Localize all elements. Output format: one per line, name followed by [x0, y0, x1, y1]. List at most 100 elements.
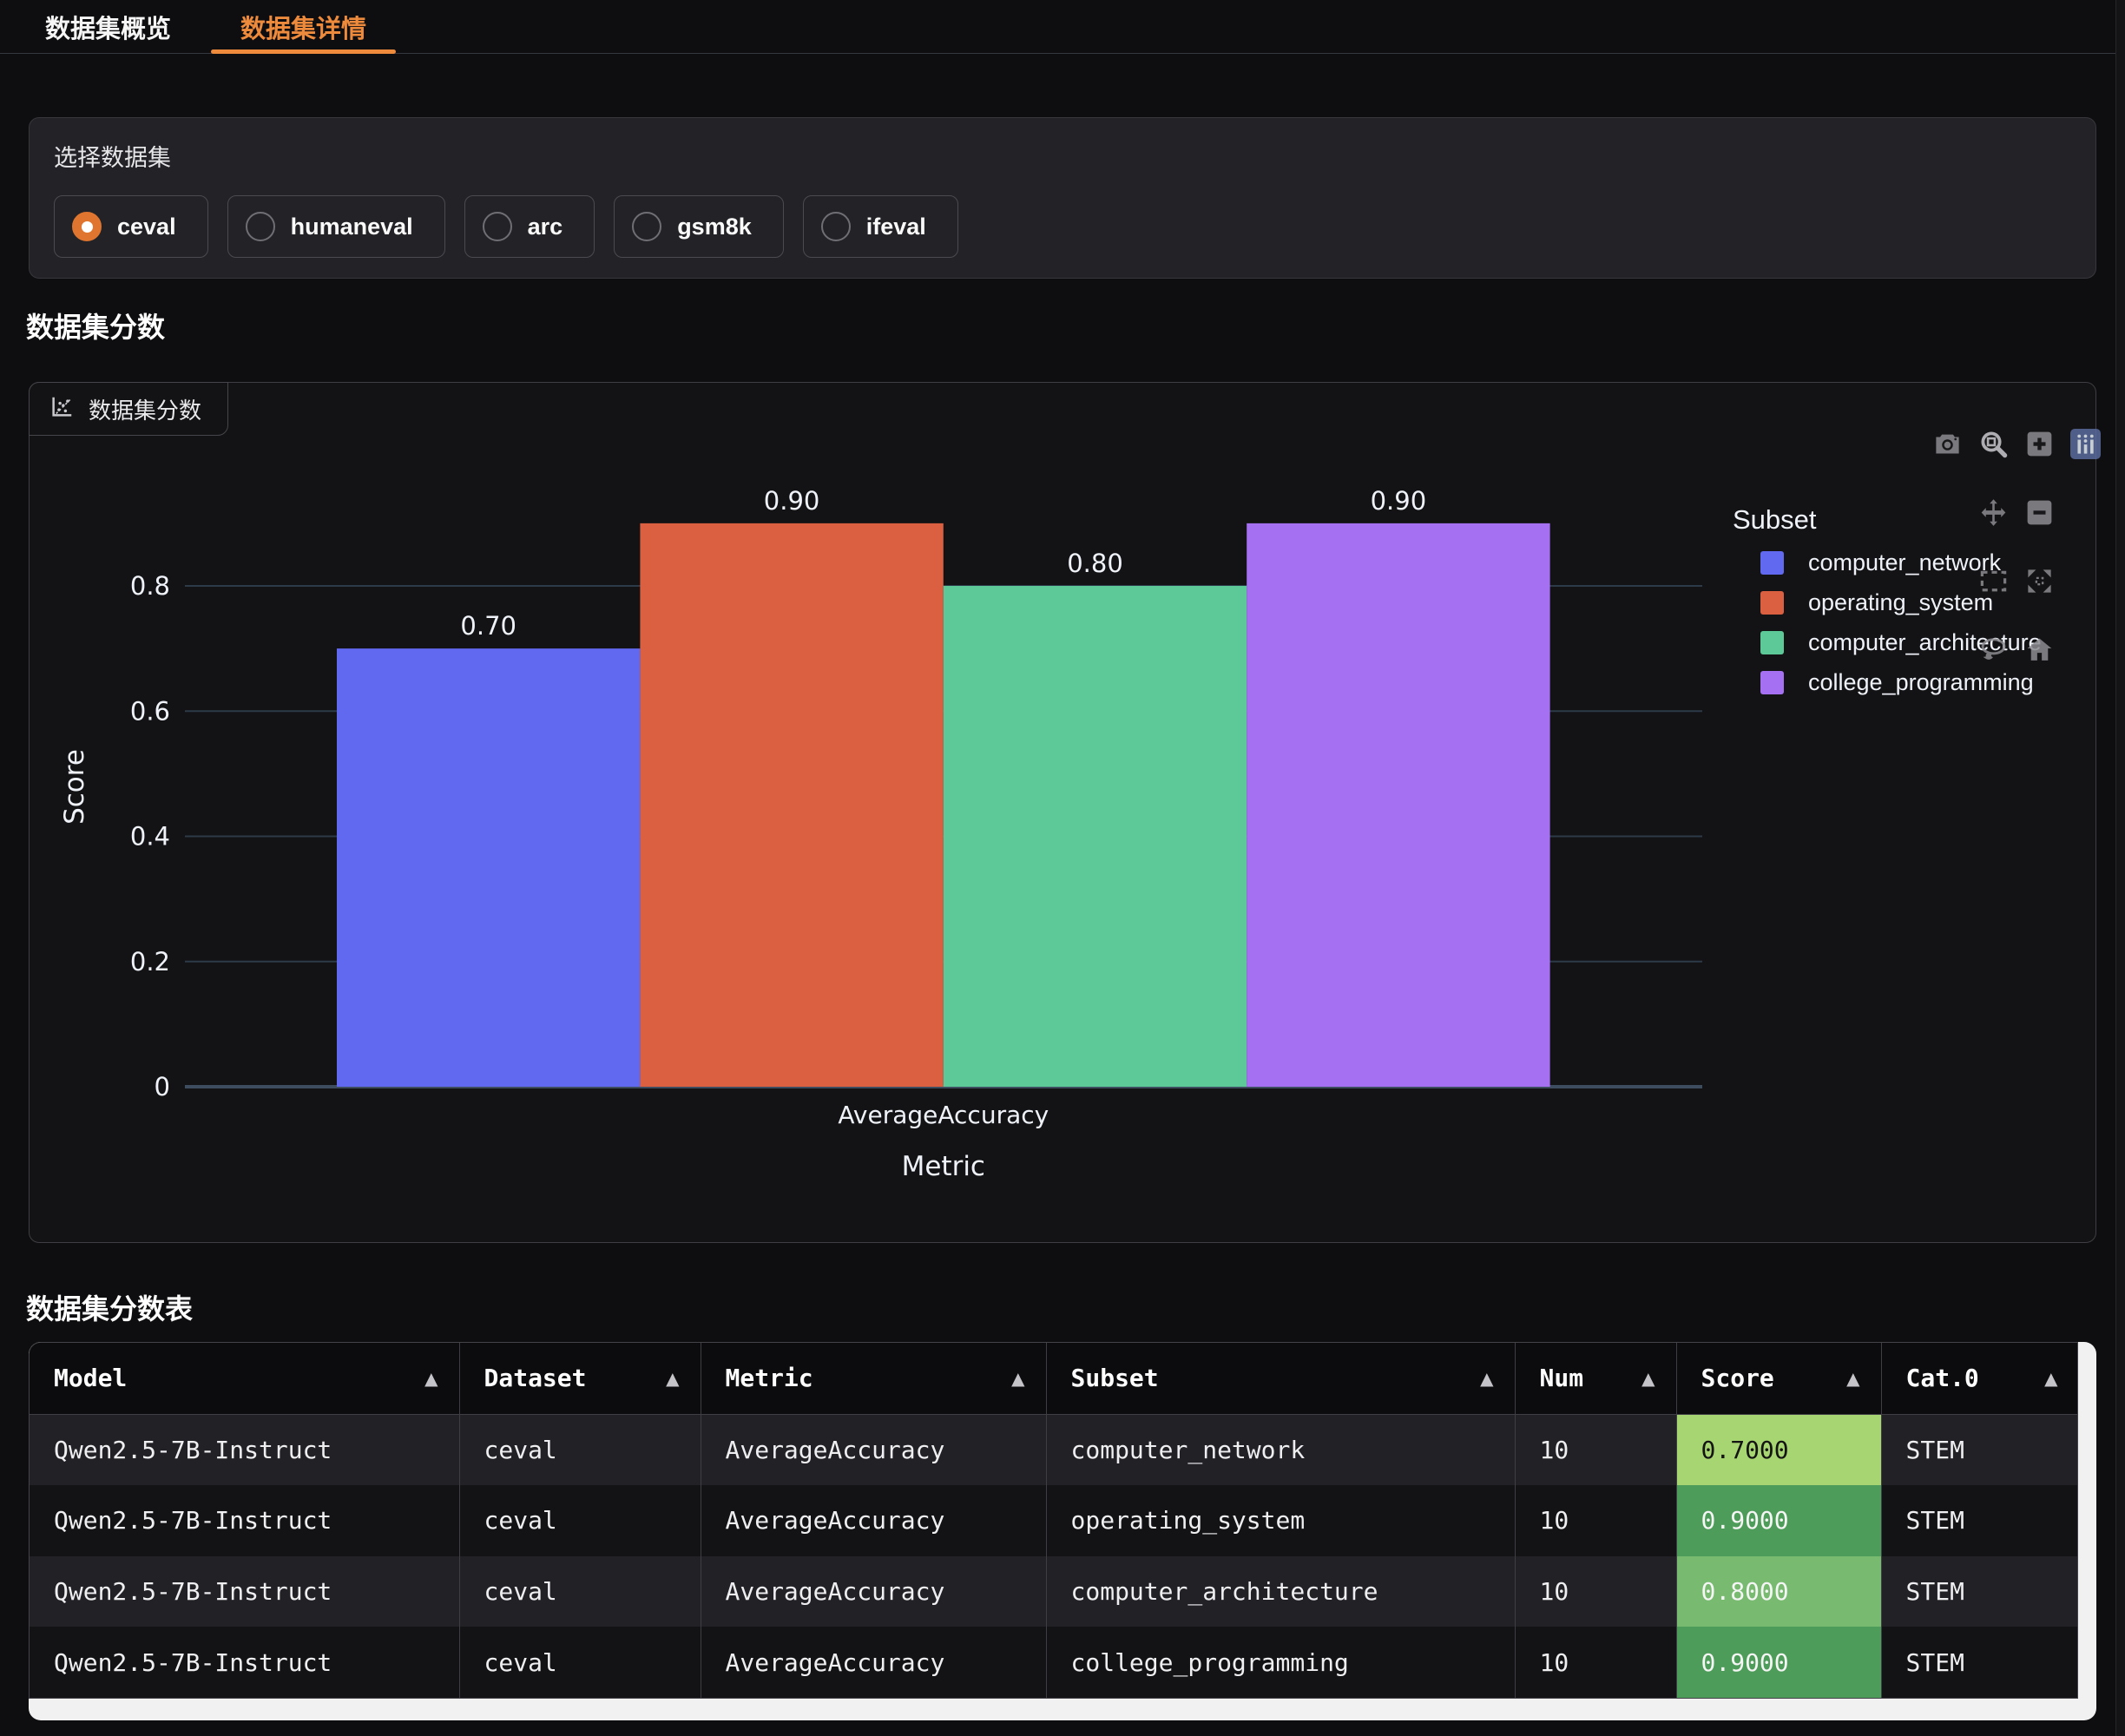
lasso-icon[interactable]: [1978, 635, 2009, 665]
radio-option-label: gsm8k: [677, 214, 752, 240]
radio-option-gsm8k[interactable]: gsm8k: [614, 195, 784, 258]
legend-swatch: [1760, 671, 1784, 694]
modebar-group: [2024, 429, 2055, 665]
column-header-label: Num: [1540, 1364, 1584, 1392]
radio-option-humaneval[interactable]: humaneval: [227, 195, 445, 258]
cell-score: 0.7000: [1676, 1414, 1881, 1485]
bar-computer_architecture[interactable]: [944, 586, 1247, 1087]
radio-option-ceval[interactable]: ceval: [54, 195, 208, 258]
table-row: Qwen2.5-7B-InstructcevalAverageAccuracyc…: [30, 1627, 2078, 1698]
page-scrollbar[interactable]: [2115, 0, 2125, 1736]
cell-model: Qwen2.5-7B-Instruct: [30, 1556, 459, 1628]
cell-model: Qwen2.5-7B-Instruct: [30, 1485, 459, 1556]
radio-selected-icon: [72, 212, 102, 241]
sort-ascending-icon: ▲: [424, 1368, 438, 1389]
x-axis-title: Metric: [902, 1151, 985, 1182]
dataset-selector-label: 选择数据集: [54, 139, 2071, 173]
column-header-label: Model: [54, 1364, 127, 1392]
pan-icon[interactable]: [1978, 497, 2009, 528]
radio-option-ifeval[interactable]: ifeval: [803, 195, 958, 258]
cell-metric: AverageAccuracy: [701, 1414, 1046, 1485]
radio-unselected-icon: [246, 212, 275, 241]
cell-subset: operating_system: [1046, 1485, 1515, 1556]
y-tick-label: 0.4: [130, 822, 170, 852]
zoom-in-icon[interactable]: [2024, 429, 2055, 459]
zoom-out-icon[interactable]: [2024, 497, 2055, 528]
cell-metric: AverageAccuracy: [701, 1485, 1046, 1556]
chart-chip-tab[interactable]: 数据集分数: [29, 382, 228, 436]
zoom-icon[interactable]: [1978, 429, 2009, 459]
column-header-Metric[interactable]: Metric ▲: [701, 1343, 1046, 1414]
table-row: Qwen2.5-7B-InstructcevalAverageAccuracyc…: [30, 1414, 2078, 1485]
cell-subset: college_programming: [1046, 1627, 1515, 1698]
legend-swatch: [1760, 551, 1784, 575]
cell-model: Qwen2.5-7B-Instruct: [30, 1627, 459, 1698]
cell-model: Qwen2.5-7B-Instruct: [30, 1414, 459, 1485]
cell-cat0: STEM: [1881, 1414, 2078, 1485]
table-vertical-scrollbar[interactable]: [2078, 1342, 2096, 1720]
chart-chip-label: 数据集分数: [89, 393, 201, 425]
column-header-label: Cat.0: [1906, 1364, 1979, 1392]
cell-cat0: STEM: [1881, 1627, 2078, 1698]
table-horizontal-scrollbar[interactable]: [29, 1699, 2096, 1720]
column-header-label: Metric: [726, 1364, 813, 1392]
autoscale-icon[interactable]: [2024, 566, 2055, 596]
tab-0[interactable]: 数据集概览: [10, 0, 206, 53]
legend-swatch: [1760, 591, 1784, 615]
legend-item-label: college_programming: [1808, 669, 2034, 696]
column-header-Num[interactable]: Num ▲: [1515, 1343, 1676, 1414]
sort-ascending-icon: ▲: [1480, 1368, 1493, 1389]
score-table-header: Model▲Dataset▲Metric▲Subset▲Num▲Score▲Ca…: [30, 1343, 2078, 1414]
legend-item-college_programming[interactable]: college_programming: [1760, 669, 2042, 696]
tab-bar: 数据集概览数据集详情: [0, 0, 2125, 54]
box-select-icon[interactable]: [1978, 566, 2009, 596]
plotly-logo-icon[interactable]: [2070, 429, 2101, 459]
y-tick-label: 0: [155, 1072, 170, 1101]
column-header-Score[interactable]: Score ▲: [1676, 1343, 1881, 1414]
plotly-modebar: [1932, 429, 2101, 665]
tab-1[interactable]: 数据集详情: [206, 0, 401, 53]
score-table-container: Model▲Dataset▲Metric▲Subset▲Num▲Score▲Ca…: [29, 1342, 2096, 1720]
app-root: { "tabs": [ {"label": "数据集概览", "active":…: [0, 0, 2125, 1736]
column-header-Subset[interactable]: Subset▲: [1046, 1343, 1515, 1414]
cell-subset: computer_network: [1046, 1414, 1515, 1485]
radio-option-label: ceval: [117, 214, 176, 240]
home-icon[interactable]: [2024, 635, 2055, 665]
bar-college_programming[interactable]: [1247, 523, 1549, 1087]
sort-ascending-icon: ▲: [1011, 1368, 1024, 1389]
cell-dataset: ceval: [459, 1414, 701, 1485]
bar-value-label: 0.80: [1067, 549, 1123, 578]
camera-icon[interactable]: [1932, 429, 1963, 459]
bar-operating_system[interactable]: [640, 523, 943, 1087]
column-header-Dataset[interactable]: Dataset▲: [459, 1343, 701, 1414]
y-tick-label: 0.6: [130, 696, 170, 726]
radio-dot: [82, 221, 93, 233]
column-header-Model[interactable]: Model ▲: [30, 1343, 459, 1414]
score-table-body: Qwen2.5-7B-InstructcevalAverageAccuracyc…: [30, 1414, 2078, 1698]
cell-dataset: ceval: [459, 1627, 701, 1698]
table-section-title: 数据集分数表: [26, 1287, 193, 1327]
sort-ascending-icon: ▲: [1641, 1368, 1655, 1389]
dataset-radio-group: ceval humaneval arc gsm8k ifeval: [54, 195, 2071, 258]
y-tick-label: 0.8: [130, 571, 170, 601]
column-header-label: Dataset: [484, 1364, 587, 1392]
sort-ascending-icon: ▲: [1846, 1368, 1859, 1389]
bar-computer_network[interactable]: [337, 648, 640, 1087]
cell-num: 10: [1515, 1627, 1676, 1698]
score-table-viewport: Model▲Dataset▲Metric▲Subset▲Num▲Score▲Ca…: [29, 1342, 2078, 1699]
radio-unselected-icon: [483, 212, 512, 241]
radio-unselected-icon: [821, 212, 851, 241]
chart-panel: 数据集分数 00.20.40.60.80.700.900.800.90Avera…: [29, 382, 2096, 1243]
modebar-group: [1978, 429, 2009, 665]
radio-option-arc[interactable]: arc: [464, 195, 595, 258]
radio-option-label: ifeval: [866, 214, 926, 240]
sort-ascending-icon: ▲: [2044, 1368, 2057, 1389]
table-row: Qwen2.5-7B-InstructcevalAverageAccuracyc…: [30, 1556, 2078, 1628]
column-header-Cat.0[interactable]: Cat.0 ▲: [1881, 1343, 2078, 1414]
cell-metric: AverageAccuracy: [701, 1556, 1046, 1628]
radio-option-label: arc: [528, 214, 563, 240]
table-row: Qwen2.5-7B-InstructcevalAverageAccuracyo…: [30, 1485, 2078, 1556]
dataset-selector-panel: 选择数据集 ceval humaneval arc gsm8k ifeval: [29, 117, 2096, 279]
cell-dataset: ceval: [459, 1485, 701, 1556]
column-header-label: Score: [1701, 1364, 1774, 1392]
